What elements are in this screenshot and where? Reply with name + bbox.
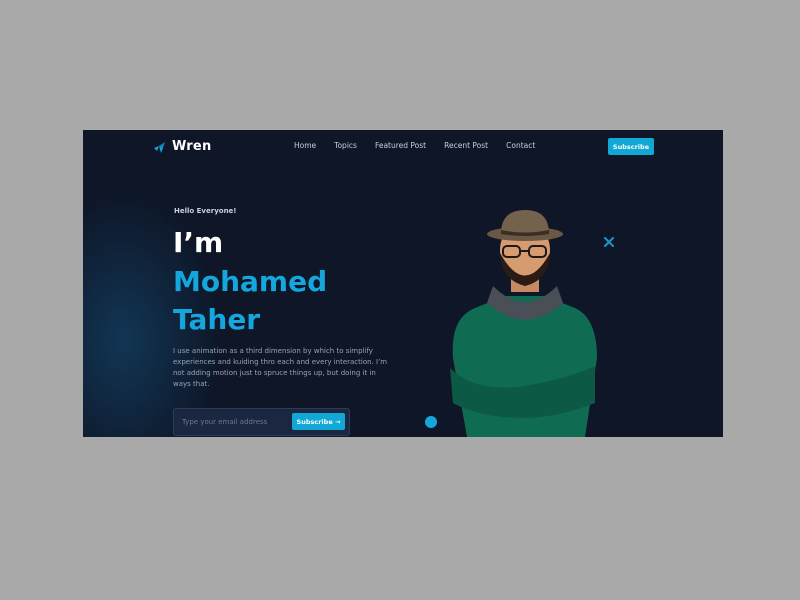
nav-featured-post[interactable]: Featured Post — [375, 141, 426, 150]
wren-logo-icon — [154, 141, 165, 153]
nav-recent-post[interactable]: Recent Post — [444, 141, 488, 150]
hero-section: Wren Home Topics Featured Post Recent Po… — [83, 130, 723, 437]
brand-name: Wren — [172, 139, 212, 154]
decorative-dot — [425, 416, 437, 428]
nav-topics[interactable]: Topics — [334, 141, 357, 150]
hero-description: I use animation as a third dimension by … — [173, 347, 388, 388]
profile-photo — [450, 210, 597, 437]
greeting: Hello Everyone! — [174, 207, 237, 215]
main-nav: Home Topics Featured Post Recent Post Co… — [294, 141, 535, 150]
logo[interactable]: Wren — [153, 139, 211, 154]
email-input[interactable] — [182, 416, 282, 428]
hero-title: I’m — [173, 226, 224, 259]
email-subscribe-form: Subscribe → — [173, 408, 350, 436]
nav-contact[interactable]: Contact — [506, 141, 535, 150]
hero-name: Mohamed Taher — [173, 265, 328, 336]
email-subscribe-button[interactable]: Subscribe → — [292, 413, 345, 430]
subscribe-button[interactable]: Subscribe — [608, 138, 654, 155]
nav-home[interactable]: Home — [294, 141, 316, 150]
